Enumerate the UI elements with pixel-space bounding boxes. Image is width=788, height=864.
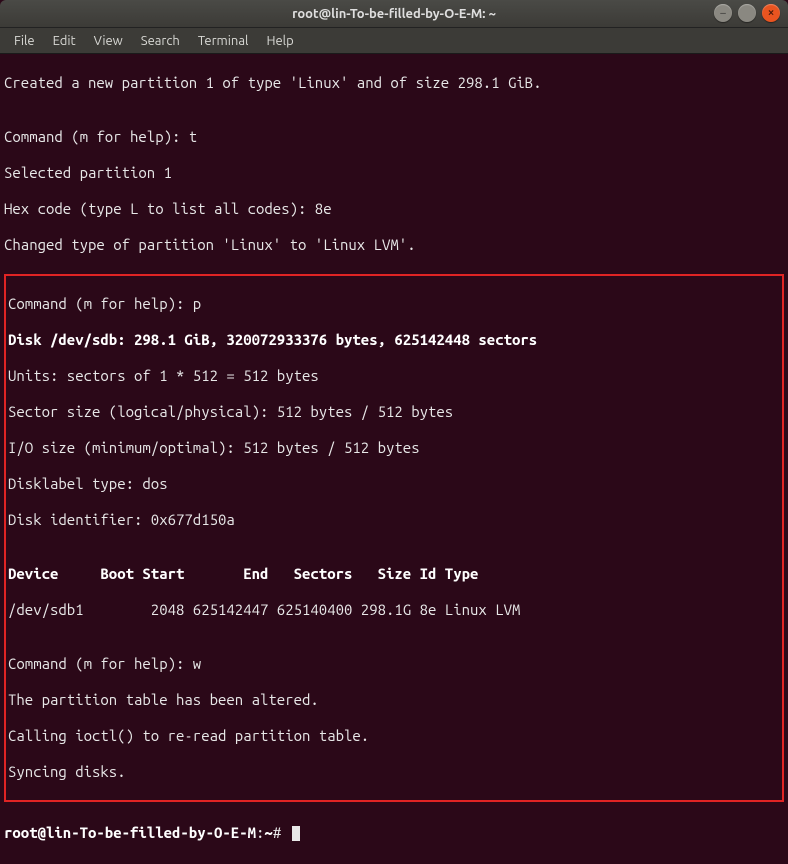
output-line: I/O size (minimum/optimal): 512 bytes / … [8, 439, 780, 457]
titlebar: root@lin-To-be-filled-by-O-E-M: ~ – × [0, 0, 788, 28]
maximize-button[interactable] [738, 4, 756, 22]
prompt-user: root@lin-To-be-filled-by-O-E-M [4, 824, 256, 841]
output-line: Hex code (type L to list all codes): 8e [4, 200, 784, 218]
menu-file[interactable]: File [6, 32, 43, 50]
output-line: Command (m for help): t [4, 128, 784, 146]
output-line: Command (m for help): p [8, 295, 780, 313]
window-controls: – × [714, 4, 780, 22]
prompt-suffix: # [273, 824, 281, 841]
output-line: Command (m for help): w [8, 655, 780, 673]
output-line: Selected partition 1 [4, 164, 784, 182]
partition-table-row: /dev/sdb1 2048 625142447 625140400 298.1… [8, 601, 780, 619]
output-line: Syncing disks. [8, 763, 780, 781]
window-title: root@lin-To-be-filled-by-O-E-M: ~ [292, 7, 496, 21]
prompt-line[interactable]: root@lin-To-be-filled-by-O-E-M:~# [4, 824, 784, 842]
menu-help[interactable]: Help [258, 32, 301, 50]
output-line: Calling ioctl() to re-read partition tab… [8, 727, 780, 745]
output-line: Units: sectors of 1 * 512 = 512 bytes [8, 367, 780, 385]
partition-table-header: Device Boot Start End Sectors Size Id Ty… [8, 565, 780, 583]
disk-summary: Disk /dev/sdb: 298.1 GiB, 320072933376 b… [8, 331, 780, 349]
prompt-path: ~ [264, 824, 272, 841]
output-line: Changed type of partition 'Linux' to 'Li… [4, 236, 784, 254]
minimize-button[interactable]: – [714, 4, 732, 22]
output-line: The partition table has been altered. [8, 691, 780, 709]
highlighted-output-box: Command (m for help): p Disk /dev/sdb: 2… [4, 274, 784, 802]
menu-edit[interactable]: Edit [45, 32, 84, 50]
output-line: Disk identifier: 0x677d150a [8, 511, 780, 529]
output-line: Created a new partition 1 of type 'Linux… [4, 74, 784, 92]
output-line: Sector size (logical/physical): 512 byte… [8, 403, 780, 421]
cursor-icon [292, 826, 300, 841]
close-button[interactable]: × [762, 4, 780, 22]
menu-terminal[interactable]: Terminal [190, 32, 257, 50]
menubar: File Edit View Search Terminal Help [0, 28, 788, 54]
output-line: Disklabel type: dos [8, 475, 780, 493]
menu-search[interactable]: Search [133, 32, 188, 50]
menu-view[interactable]: View [86, 32, 131, 50]
terminal-body[interactable]: Created a new partition 1 of type 'Linux… [0, 54, 788, 864]
